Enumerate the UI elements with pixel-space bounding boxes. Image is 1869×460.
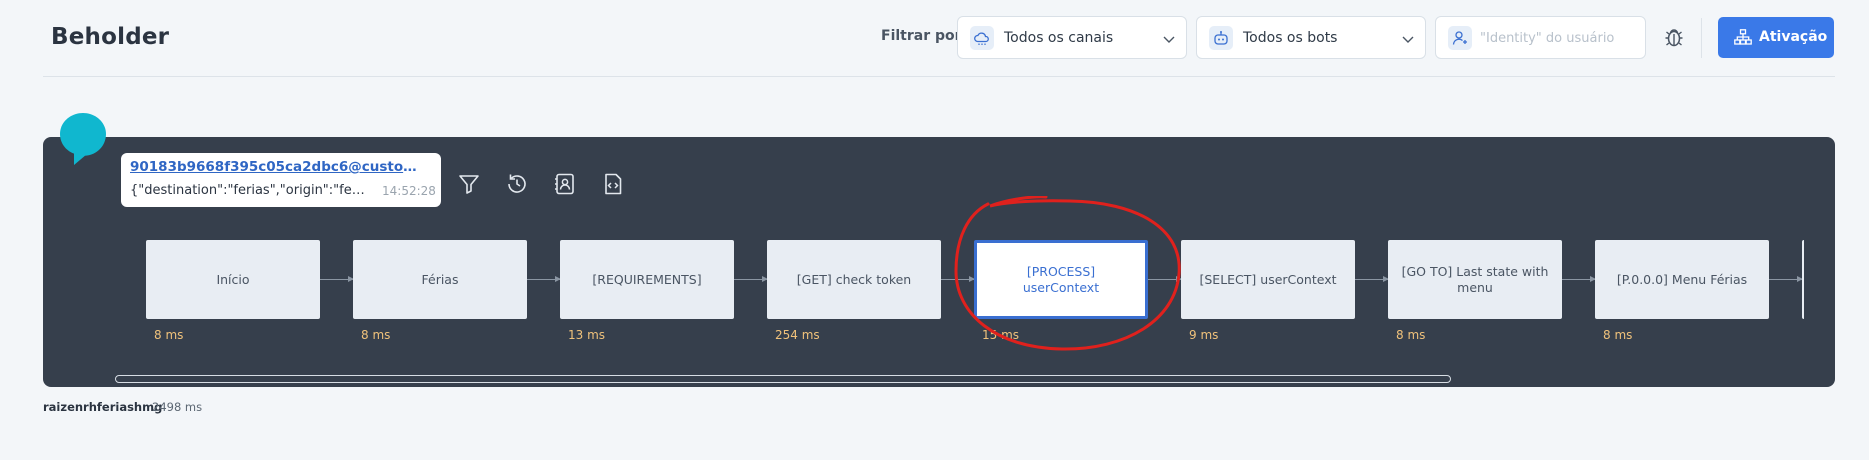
state-connector-arrow: [1562, 276, 1596, 282]
state-node[interactable]: Início: [146, 240, 320, 319]
state-connector-arrow: [1355, 276, 1389, 282]
activation-button-label: Ativação: [1759, 29, 1828, 45]
state-node[interactable]: [P.0.0.0] Menu Férias: [1595, 240, 1769, 319]
state-duration-link[interactable]: 9 ms: [1189, 328, 1218, 340]
state-connector-arrow: [320, 276, 354, 282]
chevron-down-icon: [1402, 36, 1414, 43]
app-title: Beholder: [51, 24, 170, 50]
state-duration-link[interactable]: 8 ms: [1603, 328, 1632, 340]
header: Beholder Filtrar por: Todos os canais To…: [0, 0, 1869, 76]
message-content: {"destination":"ferias","origin":"ferias…: [130, 183, 368, 198]
state-node[interactable]: [PROCESS] userContext: [974, 240, 1148, 319]
total-duration: 2498 ms: [152, 400, 203, 414]
state-node[interactable]: Férias: [353, 240, 527, 319]
message-card[interactable]: 90183b9668f395c05ca2dbc6@custom.gw... {"…: [121, 153, 441, 207]
cloud-icon: [970, 26, 994, 50]
header-divider-line: [43, 76, 1835, 77]
state-duration-link[interactable]: 8 ms: [1396, 328, 1425, 340]
message-time: 14:52:28: [382, 184, 436, 198]
chat-bubble-icon: [60, 113, 106, 165]
state-node[interactable]: [SELECT] userContext: [1181, 240, 1355, 319]
state-node-partial[interactable]: [1802, 240, 1804, 319]
robot-icon: [1209, 26, 1233, 50]
state-duration-link[interactable]: 8 ms: [154, 328, 183, 340]
contact-card-icon[interactable]: [552, 171, 578, 197]
state-connector-arrow: [1769, 276, 1803, 282]
sitemap-icon: [1734, 29, 1752, 45]
state-duration-link[interactable]: 13 ms: [568, 328, 605, 340]
state-connector-arrow: [1148, 276, 1182, 282]
state-connector-arrow: [527, 276, 561, 282]
message-identity-link[interactable]: 90183b9668f395c05ca2dbc6@custom.gw...: [130, 159, 422, 175]
user-icon: [1448, 26, 1472, 50]
state-node[interactable]: [REQUIREMENTS]: [560, 240, 734, 319]
channel-select[interactable]: Todos os canais: [957, 16, 1187, 59]
header-divider: [1701, 18, 1702, 58]
state-duration-link[interactable]: 15 ms: [982, 328, 1019, 340]
state-duration-link[interactable]: 8 ms: [361, 328, 390, 340]
chevron-down-icon: [1163, 36, 1175, 43]
state-node[interactable]: [GET] check token: [767, 240, 941, 319]
channel-select-value: Todos os canais: [1004, 30, 1114, 46]
state-duration-link[interactable]: 254 ms: [775, 328, 820, 340]
activation-button[interactable]: Ativação: [1718, 17, 1834, 58]
state-connector-arrow: [941, 276, 975, 282]
identity-input[interactable]: [1480, 27, 1640, 49]
bot-select[interactable]: Todos os bots: [1196, 16, 1426, 59]
state-flow: Início 8 ms Férias 8 ms [REQUIREMENTS] 13 ms […: [146, 240, 1804, 340]
filter-icon[interactable]: [456, 171, 482, 197]
history-icon[interactable]: [504, 171, 530, 197]
state-node[interactable]: [GO TO] Last state with menu: [1388, 240, 1562, 319]
filter-label: Filtrar por:: [881, 28, 968, 44]
bot-select-value: Todos os bots: [1243, 30, 1338, 46]
bot-identifier: raizenrhferiashmg: [43, 400, 163, 414]
state-connector-arrow: [734, 276, 768, 282]
identity-field: [1435, 16, 1646, 59]
code-file-icon[interactable]: [600, 171, 626, 197]
horizontal-scrollbar[interactable]: [115, 375, 1451, 383]
bug-icon[interactable]: [1663, 25, 1685, 49]
